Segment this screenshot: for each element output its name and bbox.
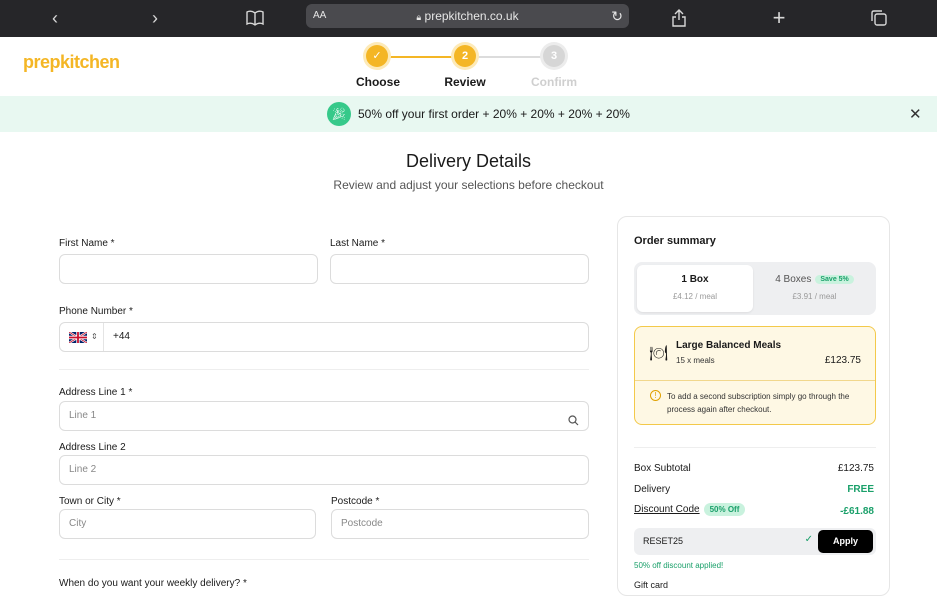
divider — [634, 447, 876, 448]
first-name-field[interactable] — [59, 254, 318, 284]
discount-value: -£61.88 — [840, 506, 874, 517]
postcode-label: Postcode * — [331, 496, 380, 507]
meal-plate-icon: 🍽︎ — [649, 345, 669, 362]
phone-label: Phone Number * — [59, 306, 133, 317]
step-number: 2 — [454, 45, 476, 67]
order-summary-title: Order summary — [634, 235, 716, 247]
address2-placeholder: Line 2 — [69, 464, 97, 475]
checkout-stepper: ✓ 2 3 Choose Review Confirm — [340, 44, 600, 90]
gift-card-label[interactable]: Gift card — [634, 580, 668, 590]
first-name-label: First Name * — [59, 238, 115, 249]
option-title: 4 Boxes — [775, 274, 812, 285]
option-price: £3.91 / meal — [792, 292, 837, 301]
city-label: Town or City * — [59, 496, 121, 507]
reload-icon[interactable]: ↻ — [611, 4, 623, 28]
step-label-confirm: Confirm — [531, 75, 577, 89]
city-placeholder: City — [69, 518, 87, 529]
share-icon[interactable] — [667, 6, 691, 30]
address-bar[interactable]: AA 🔒︎ prepkitchen.co.uk ↻ — [306, 4, 629, 28]
promo-text: 50% off your first order + 20% + 20% + 2… — [358, 107, 630, 121]
address2-label: Address Line 2 — [59, 442, 126, 453]
save-badge: Save 5% — [815, 275, 854, 284]
forward-icon[interactable]: › — [143, 6, 167, 30]
divider — [59, 559, 589, 560]
check-icon: ✓ — [366, 45, 388, 67]
step-connector — [377, 56, 465, 58]
postcode-field[interactable]: Postcode — [331, 509, 589, 539]
page-title: Delivery Details — [405, 151, 532, 171]
discount-code-field[interactable]: RESET25 ✓ Apply — [634, 528, 876, 555]
apply-button[interactable]: Apply — [818, 530, 873, 553]
tabs-icon[interactable] — [867, 6, 891, 30]
meal-qty: 15 x meals — [676, 356, 715, 365]
step-label-choose[interactable]: Choose — [338, 75, 418, 89]
divider — [635, 380, 875, 381]
discount-code-label[interactable]: Discount Code — [634, 504, 700, 515]
search-icon[interactable] — [568, 410, 579, 438]
close-icon[interactable]: ✕ — [909, 105, 922, 123]
address1-label: Address Line 1 * — [59, 387, 133, 398]
back-icon[interactable]: ‹ — [43, 6, 67, 30]
uk-flag-icon — [69, 332, 87, 343]
discount-code-value[interactable]: RESET25 — [643, 536, 683, 546]
city-field[interactable]: City — [59, 509, 316, 539]
updown-chevron-icon: ⇕ — [91, 332, 98, 341]
address1-placeholder: Line 1 — [69, 410, 97, 421]
page-subtitle: Review and adjust your selections before… — [333, 178, 604, 192]
box-quantity-toggle: 1 Box £4.12 / meal 4 Boxes Save 5% £3.91 … — [634, 262, 876, 315]
book-icon[interactable] — [243, 6, 267, 30]
country-select[interactable]: ⇕ — [60, 323, 104, 351]
box-subtotal-label: Box Subtotal — [634, 463, 691, 474]
delivery-day-label: When do you want your weekly delivery? * — [59, 578, 247, 589]
discount-badge: 50% Off — [703, 503, 746, 516]
one-box-option[interactable]: 1 Box £4.12 / meal — [637, 265, 753, 312]
divider — [59, 369, 589, 370]
last-name-field[interactable] — [330, 254, 589, 284]
plus-icon[interactable]: + — [767, 6, 791, 30]
delivery-label: Delivery — [634, 484, 671, 495]
option-price: £4.12 / meal — [672, 292, 718, 301]
party-popper-icon: 🎉︎ — [327, 102, 351, 126]
discount-applied-message: 50% off discount applied! — [634, 561, 724, 570]
url-text: prepkitchen.co.uk — [424, 9, 519, 23]
subscription-note: To add a second subscription simply go t… — [667, 392, 850, 414]
logo[interactable]: prepkitchen — [23, 52, 120, 73]
address2-field[interactable]: Line 2 — [59, 455, 589, 485]
four-boxes-option[interactable]: 4 Boxes Save 5% £3.91 / meal — [756, 265, 873, 312]
meal-price: £123.75 — [824, 355, 861, 366]
postcode-placeholder: Postcode — [341, 518, 383, 529]
box-subtotal-value: £123.75 — [837, 463, 874, 474]
browser-toolbar: ‹ › AA 🔒︎ prepkitchen.co.uk ↻ + — [0, 0, 937, 37]
phone-field: ⇕ +44 — [59, 322, 589, 352]
meal-name: Large Balanced Meals — [676, 340, 782, 351]
last-name-label: Last Name * — [330, 238, 386, 249]
promo-banner: 🎉︎ 50% off your first order + 20% + 20% … — [0, 96, 937, 132]
order-summary-card: Order summary 1 Box £4.12 / meal 4 Boxes… — [617, 216, 890, 596]
option-title: 1 Box — [681, 274, 709, 285]
delivery-value: FREE — [847, 484, 874, 495]
lock-icon: 🔒︎ — [416, 12, 422, 22]
meal-plan-card: 🍽︎ Large Balanced Meals 15 x meals £123.… — [634, 326, 876, 425]
check-icon: ✓ — [804, 534, 813, 545]
step-label-review: Review — [444, 75, 486, 89]
address1-field[interactable]: Line 1 — [59, 401, 589, 431]
phone-prefix[interactable]: +44 — [113, 323, 130, 351]
step-number: 3 — [543, 45, 565, 67]
step-connector — [465, 56, 553, 58]
info-icon: ! — [650, 390, 661, 401]
